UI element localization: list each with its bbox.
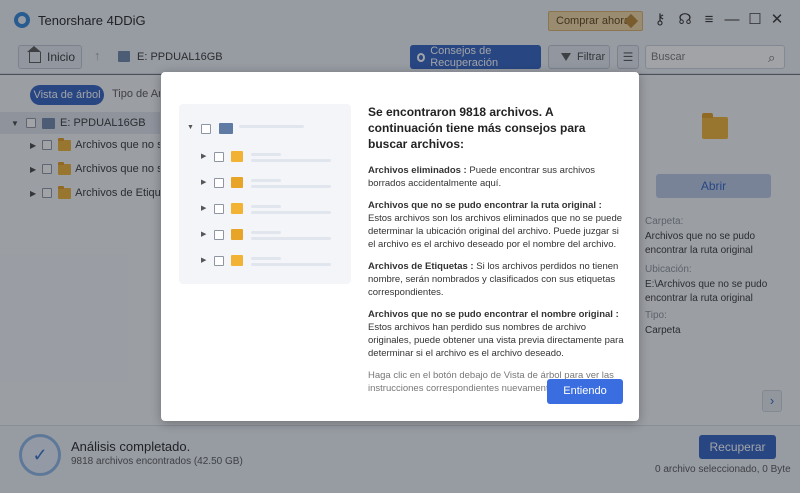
trash-folder-icon xyxy=(231,255,243,266)
tree-illustration: ▼ ▶ ▶ ▶ ▶ ▶ xyxy=(179,104,351,284)
dialog-content: Se encontraron 9818 archivos. A continua… xyxy=(368,104,626,395)
caret-right-icon: ▶ xyxy=(201,179,207,186)
folder-icon xyxy=(231,177,243,188)
caret-right-icon: ▶ xyxy=(201,205,207,212)
illustration-row: ▶ xyxy=(179,176,351,190)
checkbox-icon xyxy=(214,256,224,266)
drive-icon xyxy=(219,123,233,134)
dialog-title: Se encontraron 9818 archivos. A continua… xyxy=(368,105,586,151)
illustration-row: ▼ xyxy=(179,122,351,136)
caret-right-icon: ▶ xyxy=(201,153,207,160)
checkbox-icon xyxy=(214,204,224,214)
caret-down-icon: ▼ xyxy=(187,124,194,131)
tip-lost-path-files: Archivos que no se pudo encontrar la rut… xyxy=(368,200,623,250)
checkbox-icon xyxy=(214,230,224,240)
tip-deleted-files: Archivos eliminados : Puede encontrar su… xyxy=(368,165,596,189)
caret-right-icon: ▶ xyxy=(201,257,207,264)
folder-icon xyxy=(231,203,243,214)
folder-icon xyxy=(231,151,243,162)
illustration-row: ▶ xyxy=(179,202,351,216)
understood-button[interactable]: Entiendo xyxy=(547,379,623,404)
illustration-row: ▶ xyxy=(179,254,351,268)
checkbox-icon xyxy=(214,178,224,188)
tips-dialog: ▼ ▶ ▶ ▶ ▶ ▶ Se encontraron 9818 archivos… xyxy=(161,72,639,421)
illustration-row: ▶ xyxy=(179,150,351,164)
caret-right-icon: ▶ xyxy=(201,231,207,238)
checkbox-icon xyxy=(201,124,211,134)
tip-tag-files: Archivos de Etiquetas : Si los archivos … xyxy=(368,261,619,298)
checkbox-icon xyxy=(214,152,224,162)
tip-lost-name-files: Archivos que no se pudo encontrar el nom… xyxy=(368,309,624,359)
illustration-row: ▶ xyxy=(179,228,351,242)
folder-icon xyxy=(231,229,243,240)
